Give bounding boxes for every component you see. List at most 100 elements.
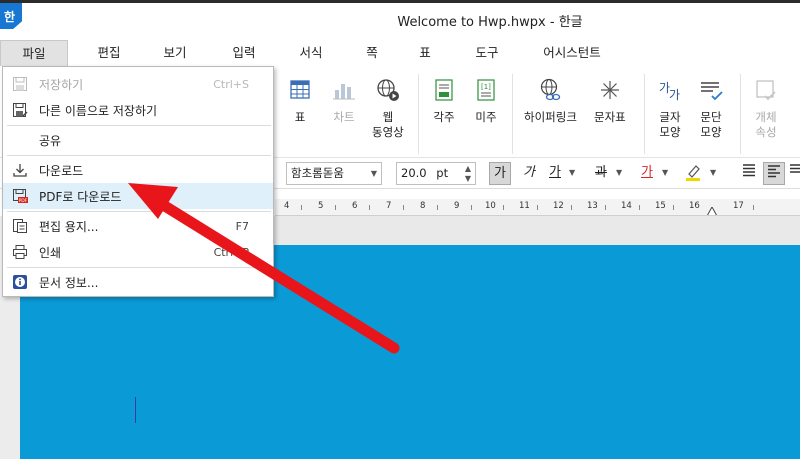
page-setup-menu-item[interactable]: 편집 용지... F7 [3,213,273,239]
ribbon-divider [644,74,645,154]
menu-separator [7,155,271,156]
align-center-button[interactable] [788,162,800,185]
align-center-icon [790,164,800,173]
endnote-icon: [1] [477,79,495,101]
highlight-dropdown-icon[interactable]: ▼ [710,162,720,185]
italic-button[interactable]: 가 [518,162,540,185]
highlighter-icon [686,165,700,181]
ruler-label: 17 [733,201,744,211]
ribbon-divider [512,74,513,154]
ruler-label: 5 [318,201,324,211]
right-indent-marker-icon[interactable] [707,207,717,216]
menu-insert[interactable]: 입력 [221,40,267,66]
save-icon [11,75,29,93]
ruler-tick [753,205,754,210]
para-shape-button[interactable]: 문단 모양 [697,76,725,140]
page-setup-label: 편집 용지... [39,219,99,234]
symbol-icon [600,81,619,99]
underline-button[interactable]: 가 [544,162,566,185]
file-menu-dropdown: 저장하기 Ctrl+S 다른 이름으로 저장하기 공유 다운로드 PDF PDF… [2,66,274,297]
ruler-label: 11 [519,201,530,211]
save-as-menu-item[interactable]: 다른 이름으로 저장하기 [3,97,273,123]
printer-icon [11,243,29,261]
symbol-button[interactable]: 문자표 [594,76,626,125]
hancom-logo-icon[interactable]: 한 [0,3,22,29]
print-shortcut: Ctrl+P [213,245,249,259]
hyperlink-label: 하이퍼링크 [524,110,577,124]
table-icon [290,80,310,99]
menu-bar: 파일 편집 보기 입력 서식 쪽 표 도구 어시스턴트 [0,40,800,66]
ruler-tick [301,205,302,210]
menu-table[interactable]: 표 [412,40,438,66]
align-left-button[interactable] [763,162,785,185]
ruler-tick [537,205,538,210]
object-props-button[interactable]: 개체 속성 [752,76,780,140]
endnote-button[interactable]: [1] 미주 [472,76,500,125]
save-label: 저장하기 [39,77,84,92]
doc-info-menu-item[interactable]: 문서 정보... [3,269,273,295]
underline-dropdown-icon[interactable]: ▼ [569,162,579,185]
footnote-icon [435,79,453,101]
share-menu-item[interactable]: 공유 [3,127,273,153]
chevron-down-icon: ▼ [370,169,377,178]
ruler-tick [673,205,674,210]
ruler-tick [437,205,438,210]
save-shortcut: Ctrl+S [213,77,249,91]
strike-dropdown-icon[interactable]: ▼ [616,162,626,185]
download-pdf-menu-item[interactable]: PDF PDF로 다운로드 [3,183,273,209]
menu-separator [7,267,271,268]
ruler-label: 10 [485,201,496,211]
font-color-dropdown-icon[interactable]: ▼ [662,162,672,185]
horizontal-ruler[interactable]: 4 5 6 7 8 9 10 11 12 13 14 15 16 17 [275,199,800,216]
menu-separator [7,211,271,212]
ruler-label: 15 [655,201,666,211]
menu-format[interactable]: 서식 [288,40,334,66]
align-justify-button[interactable] [738,162,760,185]
web-video-label: 웹 동영상 [372,110,404,139]
font-select[interactable]: 함초롬돋움 ▼ [286,162,382,185]
object-props-icon [756,80,776,101]
footnote-button[interactable]: 각주 [430,76,458,125]
print-menu-item[interactable]: 인쇄 Ctrl+P [3,239,273,265]
highlight-button[interactable] [682,162,704,185]
menu-edit[interactable]: 편집 [86,40,132,66]
object-props-label: 개체 속성 [755,110,777,139]
spinner-icon[interactable]: ▲ ▼ [465,164,471,184]
menu-assistant[interactable]: 어시스턴트 [530,40,614,66]
align-left-icon [768,165,780,178]
hyperlink-button[interactable]: 하이퍼링크 [524,76,577,125]
ruler-label: 4 [284,201,290,211]
chart-button[interactable]: 차트 [330,76,358,125]
char-shape-label: 글자 모양 [659,110,681,139]
ruler-tick [403,205,404,210]
chart-icon [333,84,355,100]
save-menu-item[interactable]: 저장하기 Ctrl+S [3,71,273,97]
menu-file[interactable]: 파일 [0,40,68,66]
download-menu-item[interactable]: 다운로드 [3,157,273,183]
ruler-label: 13 [587,201,598,211]
window-title: Welcome to Hwp.hwpx - 한글 [397,15,583,30]
web-video-button[interactable]: 웹 동영상 [372,76,404,140]
save-as-icon [11,101,29,119]
para-shape-icon [701,82,723,101]
strike-button[interactable]: 과 [590,162,612,185]
font-size-field[interactable]: 20.0 pt ▲ ▼ [396,162,476,185]
page-setup-icon [11,217,29,235]
ruler-tick [471,205,472,210]
ruler-tick [571,205,572,210]
para-shape-label: 문단 모양 [700,110,722,139]
table-label: 표 [294,110,306,124]
table-button[interactable]: 표 [286,76,314,125]
menu-page[interactable]: 쪽 [354,40,390,66]
char-shape-button[interactable]: 가 가 글자 모양 [656,76,684,140]
ruler-tick [335,205,336,210]
download-icon [11,161,29,179]
menu-view[interactable]: 보기 [152,40,198,66]
doc-info-label: 문서 정보... [39,275,99,290]
bold-button[interactable]: 가 [489,162,511,185]
chart-label: 차트 [333,110,355,124]
web-video-icon [377,79,399,101]
char-shape-icon: 가 가 [659,81,680,102]
font-color-button[interactable]: 가 [636,162,658,185]
menu-tools[interactable]: 도구 [464,40,510,66]
